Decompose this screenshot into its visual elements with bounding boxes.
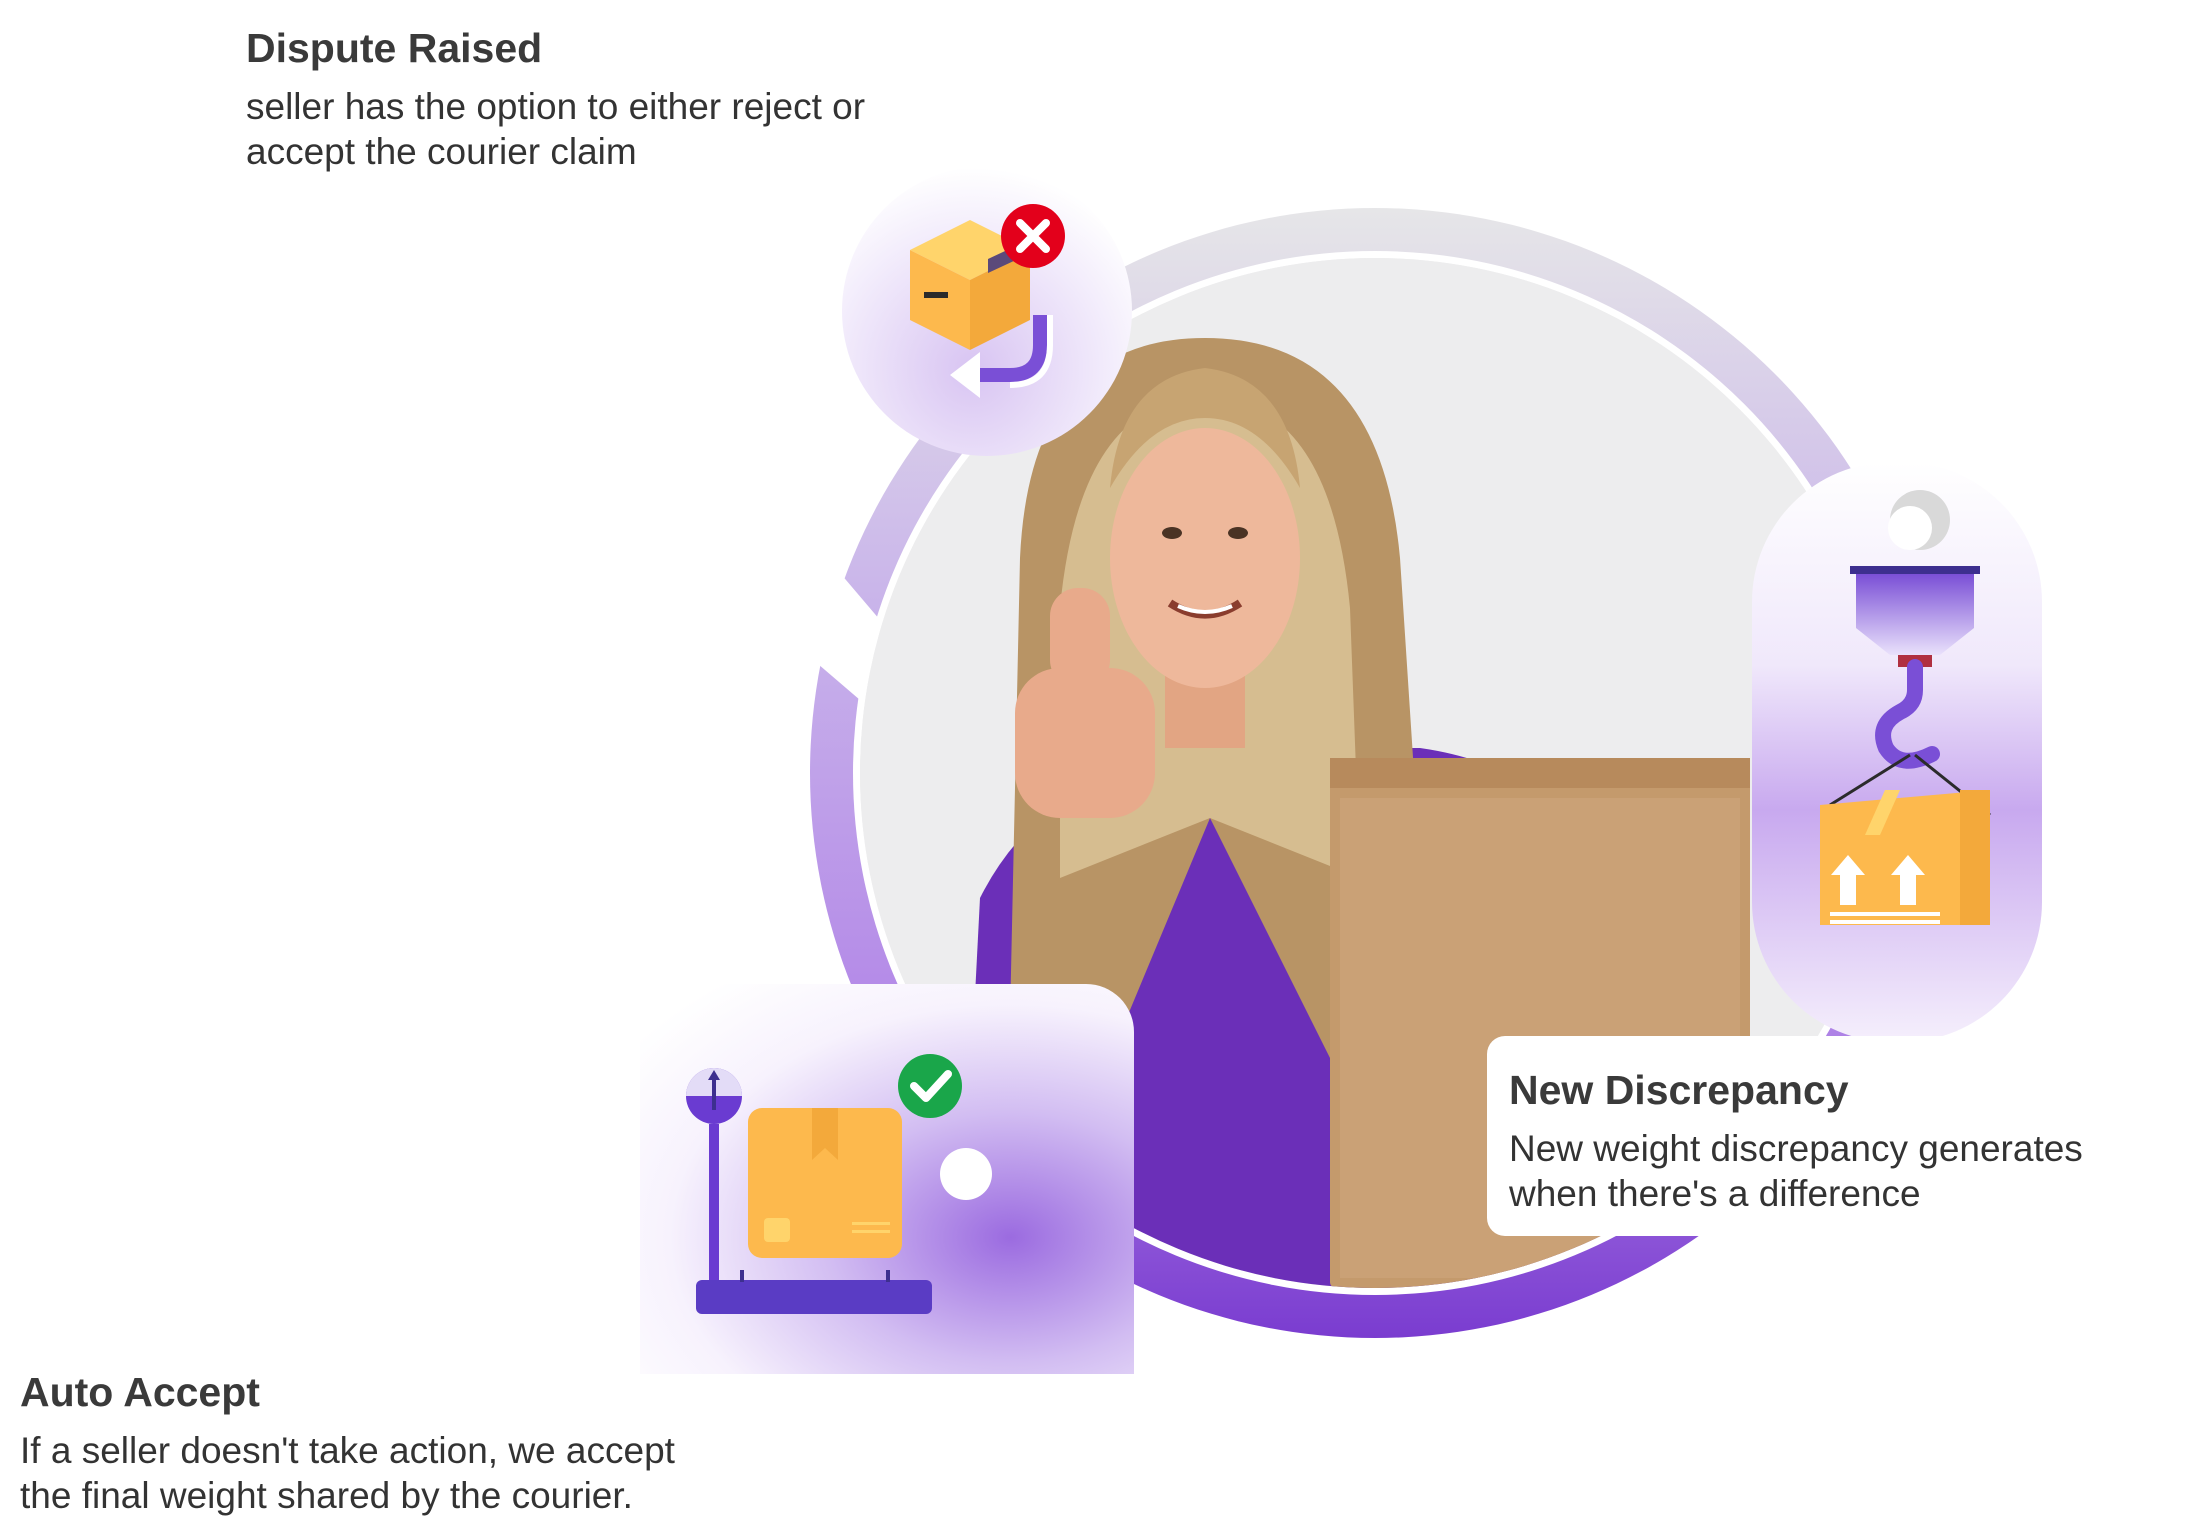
new-discrepancy-line-1: New weight discrepancy generates [1509, 1128, 2083, 1170]
auto-accept-callout: Auto Accept If a seller doesn't take act… [20, 1368, 780, 1518]
new-discrepancy-callout: New Discrepancy New weight discrepancy g… [1487, 1036, 2167, 1236]
auto-accept-description: If a seller doesn't take action, we acce… [20, 1429, 780, 1518]
dispute-raised-title: Dispute Raised [246, 25, 543, 71]
crane-lifting-package-icon [1820, 490, 1991, 925]
auto-accept-title: Auto Accept [20, 1369, 260, 1415]
weight-discrepancy-flow: Dispute Raised seller has the option to … [0, 0, 2204, 1532]
new-discrepancy-line-2: when there's a difference [1509, 1172, 1921, 1214]
new-discrepancy-title: New Discrepancy [1509, 1067, 1849, 1113]
dispute-raised-callout: Dispute Raised seller has the option to … [246, 24, 966, 174]
dispute-raised-line-1: seller has the option to either reject o… [246, 86, 866, 128]
new-discrepancy-description: New weight discrepancy generates when th… [1509, 1127, 2145, 1216]
weighing-scale-package-accepted-icon [686, 1054, 992, 1314]
auto-accept-line-2: the final weight shared by the courier. [20, 1474, 633, 1516]
auto-accept-line-1: If a seller doesn't take action, we acce… [20, 1430, 675, 1472]
rejected-package-return-icon [910, 204, 1065, 398]
dispute-raised-line-2: accept the courier claim [246, 130, 637, 172]
dispute-raised-description: seller has the option to either reject o… [246, 85, 966, 174]
